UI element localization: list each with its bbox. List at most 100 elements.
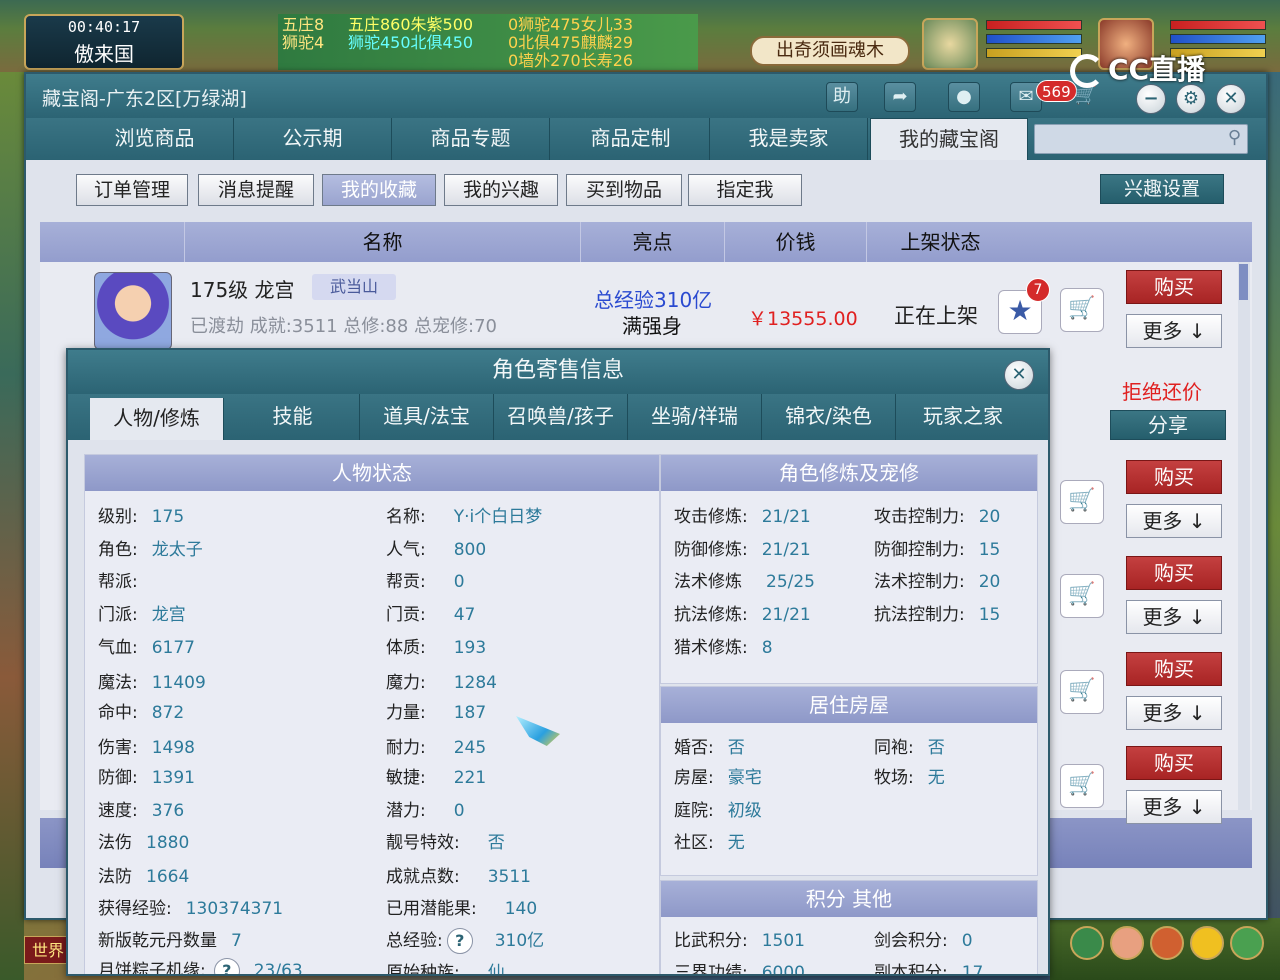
tab-mounts[interactable]: 坐骑/祥瑞: [628, 394, 762, 440]
toolbar-icon[interactable]: [1110, 926, 1144, 960]
game-time: 00:40:17: [67, 18, 141, 36]
toolbar-icon[interactable]: [1150, 926, 1184, 960]
stat-key: 抗法修炼:: [674, 605, 748, 625]
help-icon[interactable]: ?: [213, 958, 240, 974]
subtab-interests[interactable]: 我的兴趣: [444, 174, 558, 206]
more-button[interactable]: 更多 ↓: [1126, 790, 1222, 824]
tab-public[interactable]: 公示期: [234, 118, 392, 160]
stat-value: 17: [961, 963, 984, 976]
interest-settings-button[interactable]: 兴趣设置: [1100, 174, 1224, 204]
character-sale-dialog: 角色寄售信息 ✕ 人物/修炼 技能 道具/法宝 召唤兽/孩子 坐骑/祥瑞 锦衣/…: [66, 348, 1050, 976]
tab-my-pavilion[interactable]: 我的藏宝阁: [870, 118, 1028, 160]
tab-character[interactable]: 人物/修炼: [90, 398, 224, 440]
buy-button[interactable]: 购买: [1126, 460, 1222, 494]
stat-key: 人气:: [386, 540, 426, 560]
character-avatar[interactable]: [94, 272, 172, 350]
stat-value: 1664: [146, 867, 190, 887]
tab-custom[interactable]: 商品定制: [552, 118, 710, 160]
buy-button[interactable]: 购买: [1126, 556, 1222, 590]
buy-button[interactable]: 购买: [1126, 652, 1222, 686]
stat-key: 猎术修炼:: [674, 638, 748, 658]
search-icon[interactable]: ⚲: [1228, 127, 1241, 148]
tab-topics[interactable]: 商品专题: [392, 118, 550, 160]
more-button[interactable]: 更多 ↓: [1126, 504, 1222, 538]
col-price: 价钱: [724, 222, 866, 262]
stat-value: 6000: [761, 963, 805, 976]
chat-line: 狮驼4: [282, 33, 325, 52]
more-button[interactable]: 更多 ↓: [1126, 696, 1222, 730]
scrollbar-thumb[interactable]: [1239, 264, 1248, 300]
subtab-favorites[interactable]: 我的收藏: [322, 174, 436, 206]
help-button[interactable]: 助: [826, 82, 858, 112]
stat-key: 门贡:: [386, 605, 426, 625]
close-icon[interactable]: ✕: [1004, 360, 1034, 390]
stat-value: 豪宅: [727, 768, 762, 788]
close-icon[interactable]: ✕: [1216, 84, 1246, 114]
buy-button[interactable]: 购买: [1126, 270, 1222, 304]
highlight-exp: 总经验310亿: [594, 288, 713, 312]
minimize-icon[interactable]: −: [1136, 84, 1166, 114]
stop-icon[interactable]: ●: [948, 82, 980, 112]
pet-hp-bar: [986, 20, 1082, 30]
stat-key: 比武积分:: [674, 931, 748, 951]
cart-icon[interactable]: 🛒: [1060, 574, 1104, 618]
cart-icon[interactable]: 🛒: [1060, 764, 1104, 808]
stat-mp: 魔法: 11409: [98, 668, 206, 693]
stat-value: 0: [961, 931, 973, 951]
game-left-edge: [0, 72, 24, 980]
stat-value: 872: [151, 703, 185, 723]
col-status: 上架状态: [866, 222, 1014, 262]
share-button[interactable]: 分享: [1110, 410, 1226, 440]
stat-key: 敏捷:: [386, 768, 426, 788]
game-notice[interactable]: 出奇须画魂木: [750, 36, 910, 66]
stat-guild: 帮派:: [98, 567, 152, 592]
tab-browse[interactable]: 浏览商品: [76, 118, 234, 160]
tab-home[interactable]: 玩家之家: [896, 394, 1030, 440]
stat-value: 140: [504, 899, 538, 919]
help-icon[interactable]: ?: [446, 928, 473, 954]
stat-key: 同袍:: [874, 738, 914, 758]
subtab-messages[interactable]: 消息提醒: [198, 174, 314, 206]
stat-key: 防御控制力:: [874, 540, 965, 560]
world-channel-button[interactable]: 世界: [24, 936, 72, 964]
smiley-icon[interactable]: [1190, 926, 1224, 960]
tab-outfits[interactable]: 锦衣/染色: [762, 394, 896, 440]
buy-button[interactable]: 购买: [1126, 746, 1222, 780]
stat-key: 法术修炼: [674, 572, 742, 592]
share-arrow-icon[interactable]: ➦: [884, 82, 916, 112]
subtab-orders[interactable]: 订单管理: [76, 174, 188, 206]
subtab-designated[interactable]: 指定我: [688, 174, 802, 206]
tab-seller[interactable]: 我是卖家: [710, 118, 868, 160]
stat-value: 21/21: [761, 540, 811, 560]
tab-skills[interactable]: 技能: [226, 394, 360, 440]
gear-icon[interactable]: ⚙: [1176, 84, 1206, 114]
tab-items[interactable]: 道具/法宝: [360, 394, 494, 440]
score-dungeon: 副本积分: 17: [874, 958, 984, 976]
panel-title: 积分 其他: [661, 881, 1037, 917]
stat-key: 剑会积分:: [874, 931, 948, 951]
stat-value: 0: [453, 572, 465, 592]
subtab-bought[interactable]: 买到物品: [566, 174, 682, 206]
chat-line: 0北俱475麒麟29: [508, 33, 634, 52]
more-button[interactable]: 更多 ↓: [1126, 600, 1222, 634]
cart-icon[interactable]: 🛒: [1060, 670, 1104, 714]
toolbar-icon[interactable]: [1070, 926, 1104, 960]
chat-line: 五庄860朱紫500: [348, 15, 474, 34]
stat-agility: 敏捷: 221: [386, 763, 486, 788]
table-header: 名称 亮点 价钱 上架状态: [40, 222, 1252, 262]
list-scrollbar[interactable]: [1238, 262, 1250, 810]
cart-icon[interactable]: 🛒: [1060, 480, 1104, 524]
toolbar-icon[interactable]: [1230, 926, 1264, 960]
game-right-edge: [1266, 72, 1280, 980]
stat-magic-defense: 法防 1664: [98, 862, 189, 887]
stat-value: 8: [761, 638, 773, 658]
more-button[interactable]: 更多 ↓: [1126, 314, 1222, 348]
search-input[interactable]: ⚲: [1034, 124, 1248, 154]
stat-key: 社区:: [674, 833, 714, 853]
stat-value: 15: [978, 540, 1001, 560]
tab-pets[interactable]: 召唤兽/孩子: [494, 394, 628, 440]
game-pet-avatar[interactable]: [922, 18, 978, 70]
pet-cult-magic: 法术控制力: 20: [874, 567, 1000, 592]
stat-hit: 命中: 872: [98, 698, 184, 723]
cart-icon[interactable]: 🛒: [1060, 288, 1104, 332]
